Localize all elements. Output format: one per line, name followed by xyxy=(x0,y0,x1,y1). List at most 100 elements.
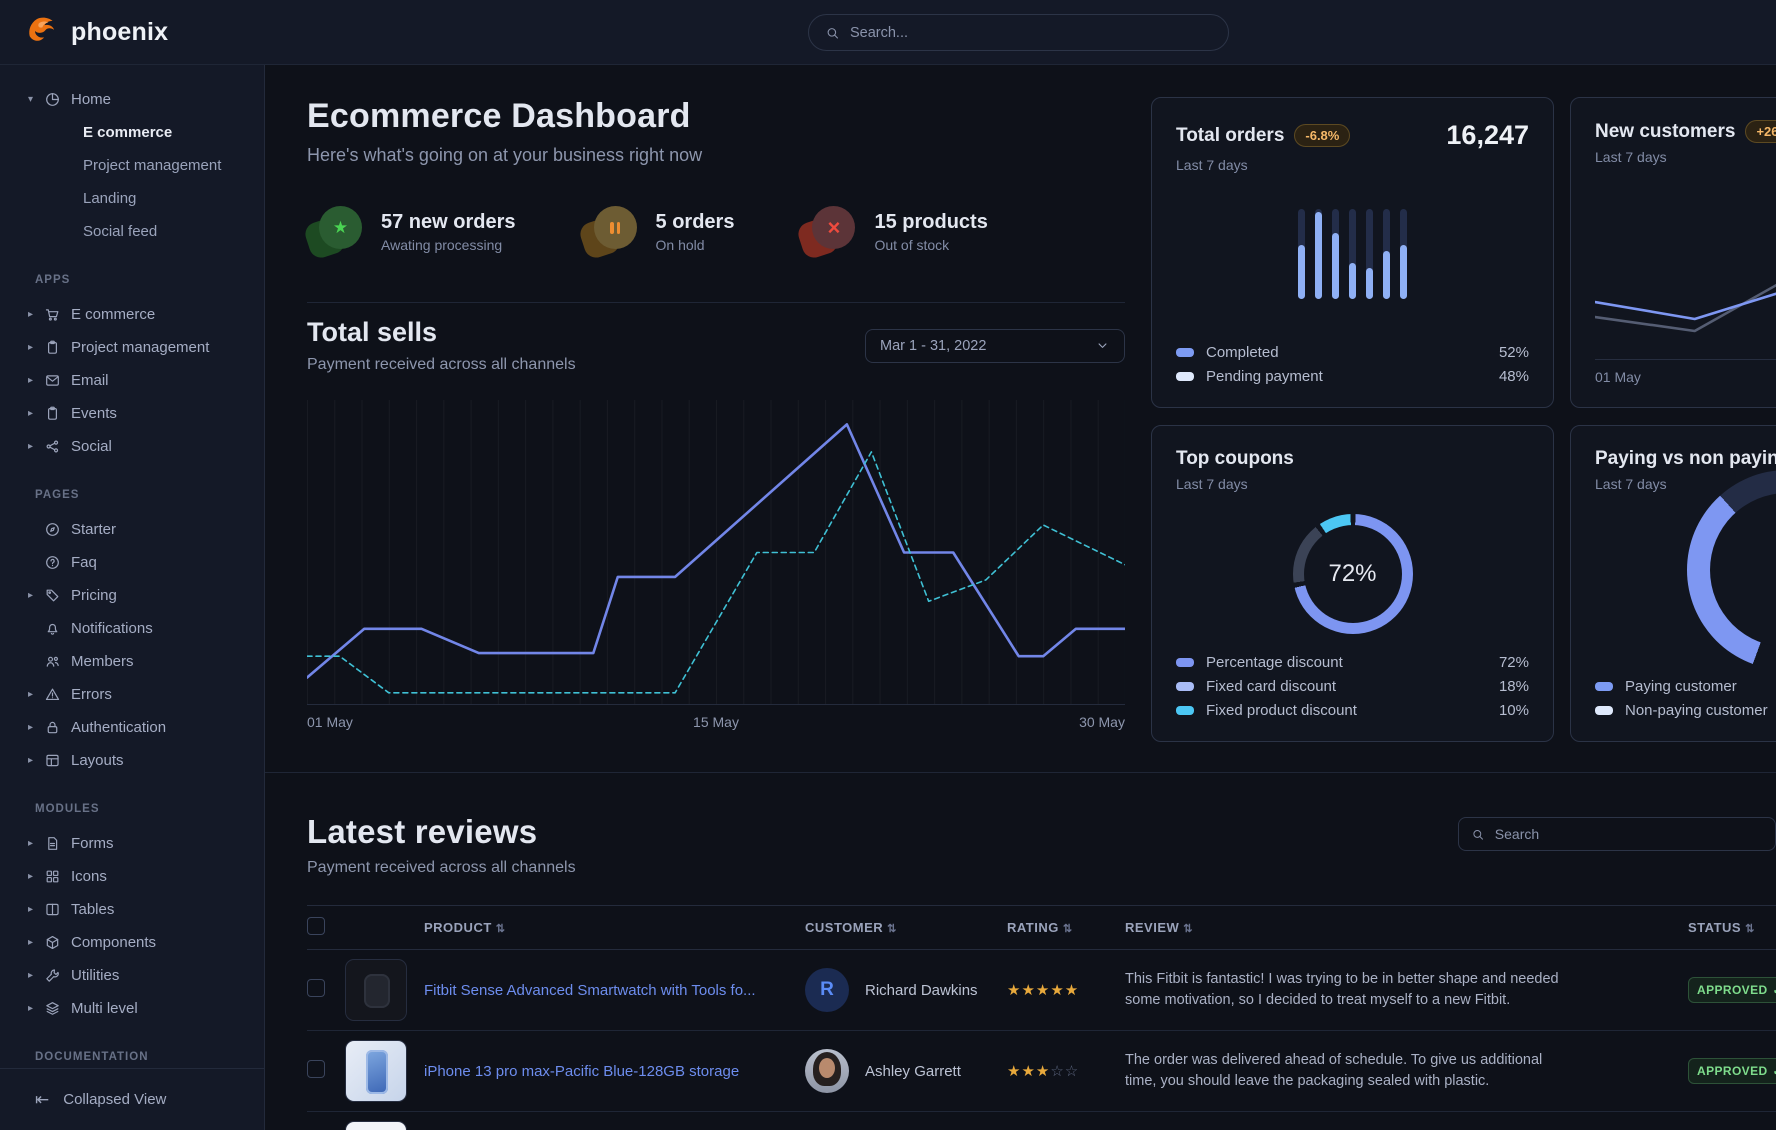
sidebar-item-authentication[interactable]: ▸Authentication xyxy=(0,711,264,744)
total-sells-chart[interactable] xyxy=(307,400,1125,705)
card-title: Paying vs non paying xyxy=(1595,448,1776,470)
stats-row: ★57 new ordersAwating processing 5 orders… xyxy=(307,206,1125,258)
compass-icon xyxy=(44,521,61,538)
sidebar-item-multi-level[interactable]: ▸Multi level xyxy=(0,992,264,1025)
caret-right-icon: ▸ xyxy=(28,937,44,948)
sidebar-item-label: Home xyxy=(71,91,111,108)
x-tick-label: 01 May xyxy=(307,714,353,730)
sidebar-item-project-management[interactable]: ▸Project management xyxy=(0,331,264,364)
sidebar-item-errors[interactable]: ▸ Errors xyxy=(0,678,264,711)
sidebar-item-notifications[interactable]: Notifications xyxy=(0,612,264,645)
caret-right-icon: ▸ xyxy=(28,689,44,700)
row-checkbox[interactable] xyxy=(307,1060,325,1078)
sidebar-collapse-toggle[interactable]: ⇤ Collapsed View xyxy=(0,1068,264,1130)
column-header-customer[interactable]: CUSTOMER⇅ xyxy=(805,906,1007,950)
stacked-bar xyxy=(1400,209,1407,299)
reviews-search[interactable] xyxy=(1458,817,1776,851)
paying-legend: Paying customerNon-paying customer xyxy=(1595,678,1776,719)
legend-item: Paying customer xyxy=(1595,678,1776,695)
reviews-search-input[interactable] xyxy=(1495,826,1763,842)
sidebar-item-email[interactable]: ▸Email xyxy=(0,364,264,397)
sidebar-subitem-landing[interactable]: Landing xyxy=(0,182,264,215)
row-checkbox[interactable] xyxy=(307,979,325,997)
stat-star: ★57 new ordersAwating processing xyxy=(307,206,516,258)
review-text: This Fitbit is fantastic! I was trying t… xyxy=(1125,969,1595,1011)
caret-down-icon: ▾ xyxy=(28,94,44,105)
caret-right-icon: ▸ xyxy=(28,722,44,733)
chevron-down-icon xyxy=(1095,338,1110,353)
caret-right-icon: ▸ xyxy=(28,441,44,452)
sidebar-item-forms[interactable]: ▸Forms xyxy=(0,827,264,860)
product-link[interactable]: Fitbit Sense Advanced Smartwatch with To… xyxy=(424,982,805,999)
legend-swatch xyxy=(1176,658,1194,667)
sidebar-item-components[interactable]: ▸Components xyxy=(0,926,264,959)
select-all-checkbox[interactable] xyxy=(307,917,325,935)
sidebar-item-tables[interactable]: ▸Tables xyxy=(0,893,264,926)
sidebar-item-label: Utilities xyxy=(71,967,119,984)
sidebar-item-label: Multi level xyxy=(71,1000,138,1017)
product-thumbnail-watch[interactable] xyxy=(345,959,407,1021)
customer-cell: RRichard Dawkins xyxy=(805,968,1007,1012)
column-header-status[interactable]: STATUS⇅ xyxy=(1688,906,1776,950)
caret-right-icon: ▸ xyxy=(28,590,44,601)
global-search-input[interactable] xyxy=(850,25,1212,41)
caret-right-icon: ▸ xyxy=(28,309,44,320)
sidebar-subitem-e-commerce[interactable]: E commerce xyxy=(0,116,264,149)
sidebar-subitem-social-feed[interactable]: Social feed xyxy=(0,215,264,248)
legend-item: Fixed product discount10% xyxy=(1176,702,1529,719)
product-thumbnail-iphone[interactable] xyxy=(345,1040,407,1102)
product-link[interactable]: iPhone 13 pro max-Pacific Blue-128GB sto… xyxy=(424,1063,805,1080)
stat-icon-x: × xyxy=(800,206,854,258)
sidebar: ▾HomeE commerceProject managementLanding… xyxy=(0,65,265,1130)
sidebar-section-label: APPS xyxy=(35,274,264,286)
page-title: Ecommerce Dashboard xyxy=(307,97,1125,136)
sidebar-section-label: DOCUMENTATION xyxy=(35,1051,264,1063)
sidebar-item-pricing[interactable]: ▸Pricing xyxy=(0,579,264,612)
status-badge: APPROVED ✓ xyxy=(1688,1058,1776,1084)
caret-right-icon: ▸ xyxy=(28,838,44,849)
sidebar-item-layouts[interactable]: ▸Layouts xyxy=(0,744,264,777)
check-icon: ✓ xyxy=(1773,1064,1776,1078)
review-text: The order was delivered ahead of schedul… xyxy=(1125,1050,1595,1092)
sidebar-item-starter[interactable]: Starter xyxy=(0,513,264,546)
users-icon xyxy=(44,653,61,670)
global-search[interactable] xyxy=(808,14,1229,51)
coupons-donut-chart: 72% xyxy=(1293,514,1413,634)
coupons-legend: Percentage discount72%Fixed card discoun… xyxy=(1176,654,1529,719)
stat-text: 15 productsOut of stock xyxy=(874,211,987,253)
sidebar-item-label: Project management xyxy=(71,339,209,356)
brand-logo[interactable]: phoenix xyxy=(26,15,168,49)
avatar: R xyxy=(805,968,849,1012)
sidebar-item-faq[interactable]: Faq xyxy=(0,546,264,579)
layers-icon xyxy=(44,1000,61,1017)
x-tick-label: 30 May xyxy=(1079,714,1125,730)
stat-icon-pause xyxy=(582,206,636,258)
warning-icon xyxy=(44,686,61,703)
sidebar-item-label: Errors xyxy=(71,686,112,703)
sidebar-item-utilities[interactable]: ▸Utilities xyxy=(0,959,264,992)
pause-icon xyxy=(594,206,637,249)
column-header-review[interactable]: REVIEW⇅ xyxy=(1125,906,1688,950)
caret-right-icon: ▸ xyxy=(28,755,44,766)
line-series-previous xyxy=(307,452,1125,693)
sidebar-item-e-commerce[interactable]: ▸E commerce xyxy=(0,298,264,331)
date-range-select[interactable]: Mar 1 - 31, 2022 xyxy=(865,329,1125,363)
column-header-product[interactable]: PRODUCT⇅ xyxy=(424,906,805,950)
layout-icon xyxy=(44,752,61,769)
sidebar-item-icons[interactable]: ▸Icons xyxy=(0,860,264,893)
sidebar-item-events[interactable]: ▸Events xyxy=(0,397,264,430)
column-header-rating[interactable]: RATING⇅ xyxy=(1007,906,1125,950)
line-series-current xyxy=(1595,287,1776,332)
sidebar-item-social[interactable]: ▸ Social xyxy=(0,430,264,463)
card-period: Last 7 days xyxy=(1176,476,1529,492)
legend-item: Fixed card discount18% xyxy=(1176,678,1529,695)
caret-right-icon: ▸ xyxy=(28,408,44,419)
product-thumbnail-imac[interactable] xyxy=(345,1121,407,1130)
stat-value: 5 orders xyxy=(656,211,735,234)
sidebar-item-members[interactable]: Members xyxy=(0,645,264,678)
sidebar-item-label: Social xyxy=(71,438,112,455)
sidebar-subitem-project-management[interactable]: Project management xyxy=(0,149,264,182)
sidebar-item-home[interactable]: ▾ Home xyxy=(0,83,264,116)
rating-stars: ★★★☆☆ xyxy=(1007,1063,1079,1080)
sidebar-item-label: Members xyxy=(71,653,134,670)
